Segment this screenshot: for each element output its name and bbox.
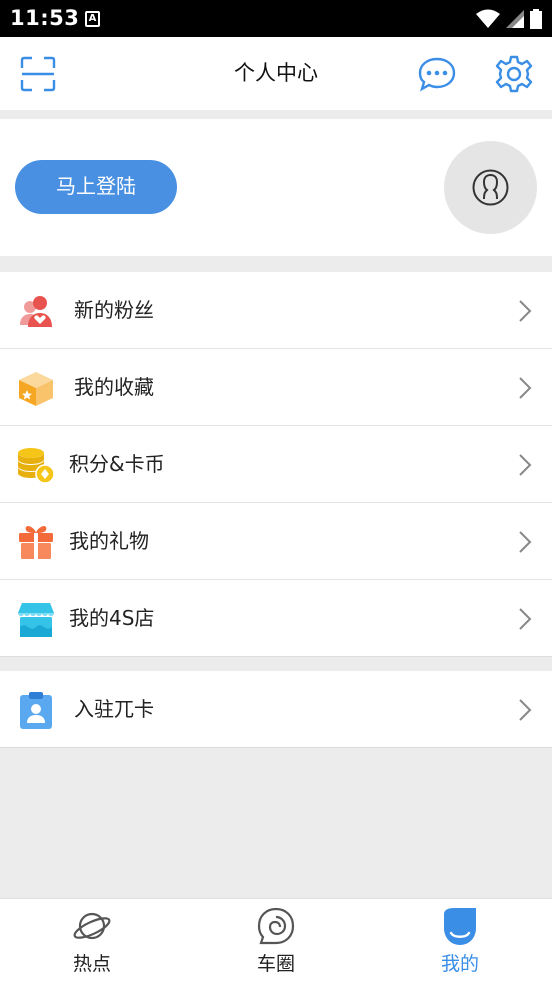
menu-item-label: 我的礼物 xyxy=(69,529,149,553)
circle-chat-icon xyxy=(257,907,295,945)
wifi-icon xyxy=(476,9,500,28)
tab-car-circle[interactable]: 车圈 xyxy=(184,899,368,983)
gift-icon xyxy=(19,526,53,559)
menu-item-fans[interactable]: 新的粉丝 xyxy=(0,272,552,349)
menu-item-4s-store[interactable]: 我的4S店 xyxy=(0,580,552,657)
fans-icon xyxy=(20,296,52,327)
menu-item-favorites[interactable]: 我的收藏 xyxy=(0,349,552,426)
user-avatar-icon xyxy=(472,169,509,206)
menu-item-label: 积分&卡币 xyxy=(69,452,165,476)
chevron-right-icon xyxy=(519,377,532,399)
tab-label: 热点 xyxy=(72,953,111,975)
gear-icon[interactable] xyxy=(494,54,534,94)
chevron-right-icon xyxy=(519,699,532,721)
login-button[interactable]: 马上登陆 xyxy=(15,160,177,214)
menu-group-join: 入驻兀卡 xyxy=(0,671,552,748)
menu-item-gifts[interactable]: 我的礼物 xyxy=(0,503,552,580)
tab-label: 车圈 xyxy=(256,953,295,975)
chevron-right-icon xyxy=(519,300,532,322)
clipboard-icon xyxy=(20,692,52,729)
coins-icon xyxy=(18,448,55,484)
menu-item-points[interactable]: 积分&卡币 xyxy=(0,426,552,503)
profile-card: 马上登陆 xyxy=(0,119,552,256)
menu-item-label: 新的粉丝 xyxy=(74,298,154,322)
store-icon xyxy=(18,603,54,637)
favorites-box-icon xyxy=(19,372,53,406)
battery-icon xyxy=(530,9,542,29)
status-indicators xyxy=(476,9,542,29)
chevron-right-icon xyxy=(519,454,532,476)
avatar[interactable] xyxy=(444,141,537,234)
tab-hot[interactable]: 热点 xyxy=(0,899,184,983)
status-bar: 11:53 A xyxy=(0,0,552,37)
menu-item-label: 我的收藏 xyxy=(74,375,154,399)
planet-icon xyxy=(73,912,111,940)
status-time: 11:53 xyxy=(10,6,80,30)
menu-item-label: 入驻兀卡 xyxy=(74,697,154,721)
chevron-right-icon xyxy=(519,531,532,553)
notification-icon: A xyxy=(85,11,100,27)
signal-icon xyxy=(506,10,524,28)
tab-me[interactable]: 我的 xyxy=(368,899,552,983)
message-icon[interactable] xyxy=(417,54,457,94)
chevron-right-icon xyxy=(519,608,532,630)
bottom-tab-bar: 热点 车圈 我的 xyxy=(0,898,552,983)
menu-item-join[interactable]: 入驻兀卡 xyxy=(0,671,552,748)
menu-group-main: 新的粉丝 我的收藏 积分&卡币 我的礼物 我的4S店 xyxy=(0,272,552,657)
tab-label: 我的 xyxy=(440,953,479,975)
me-icon xyxy=(444,908,476,945)
header-bar: 个人中心 xyxy=(0,37,552,110)
menu-item-label: 我的4S店 xyxy=(69,606,155,630)
page-title: 个人中心 xyxy=(234,61,318,85)
